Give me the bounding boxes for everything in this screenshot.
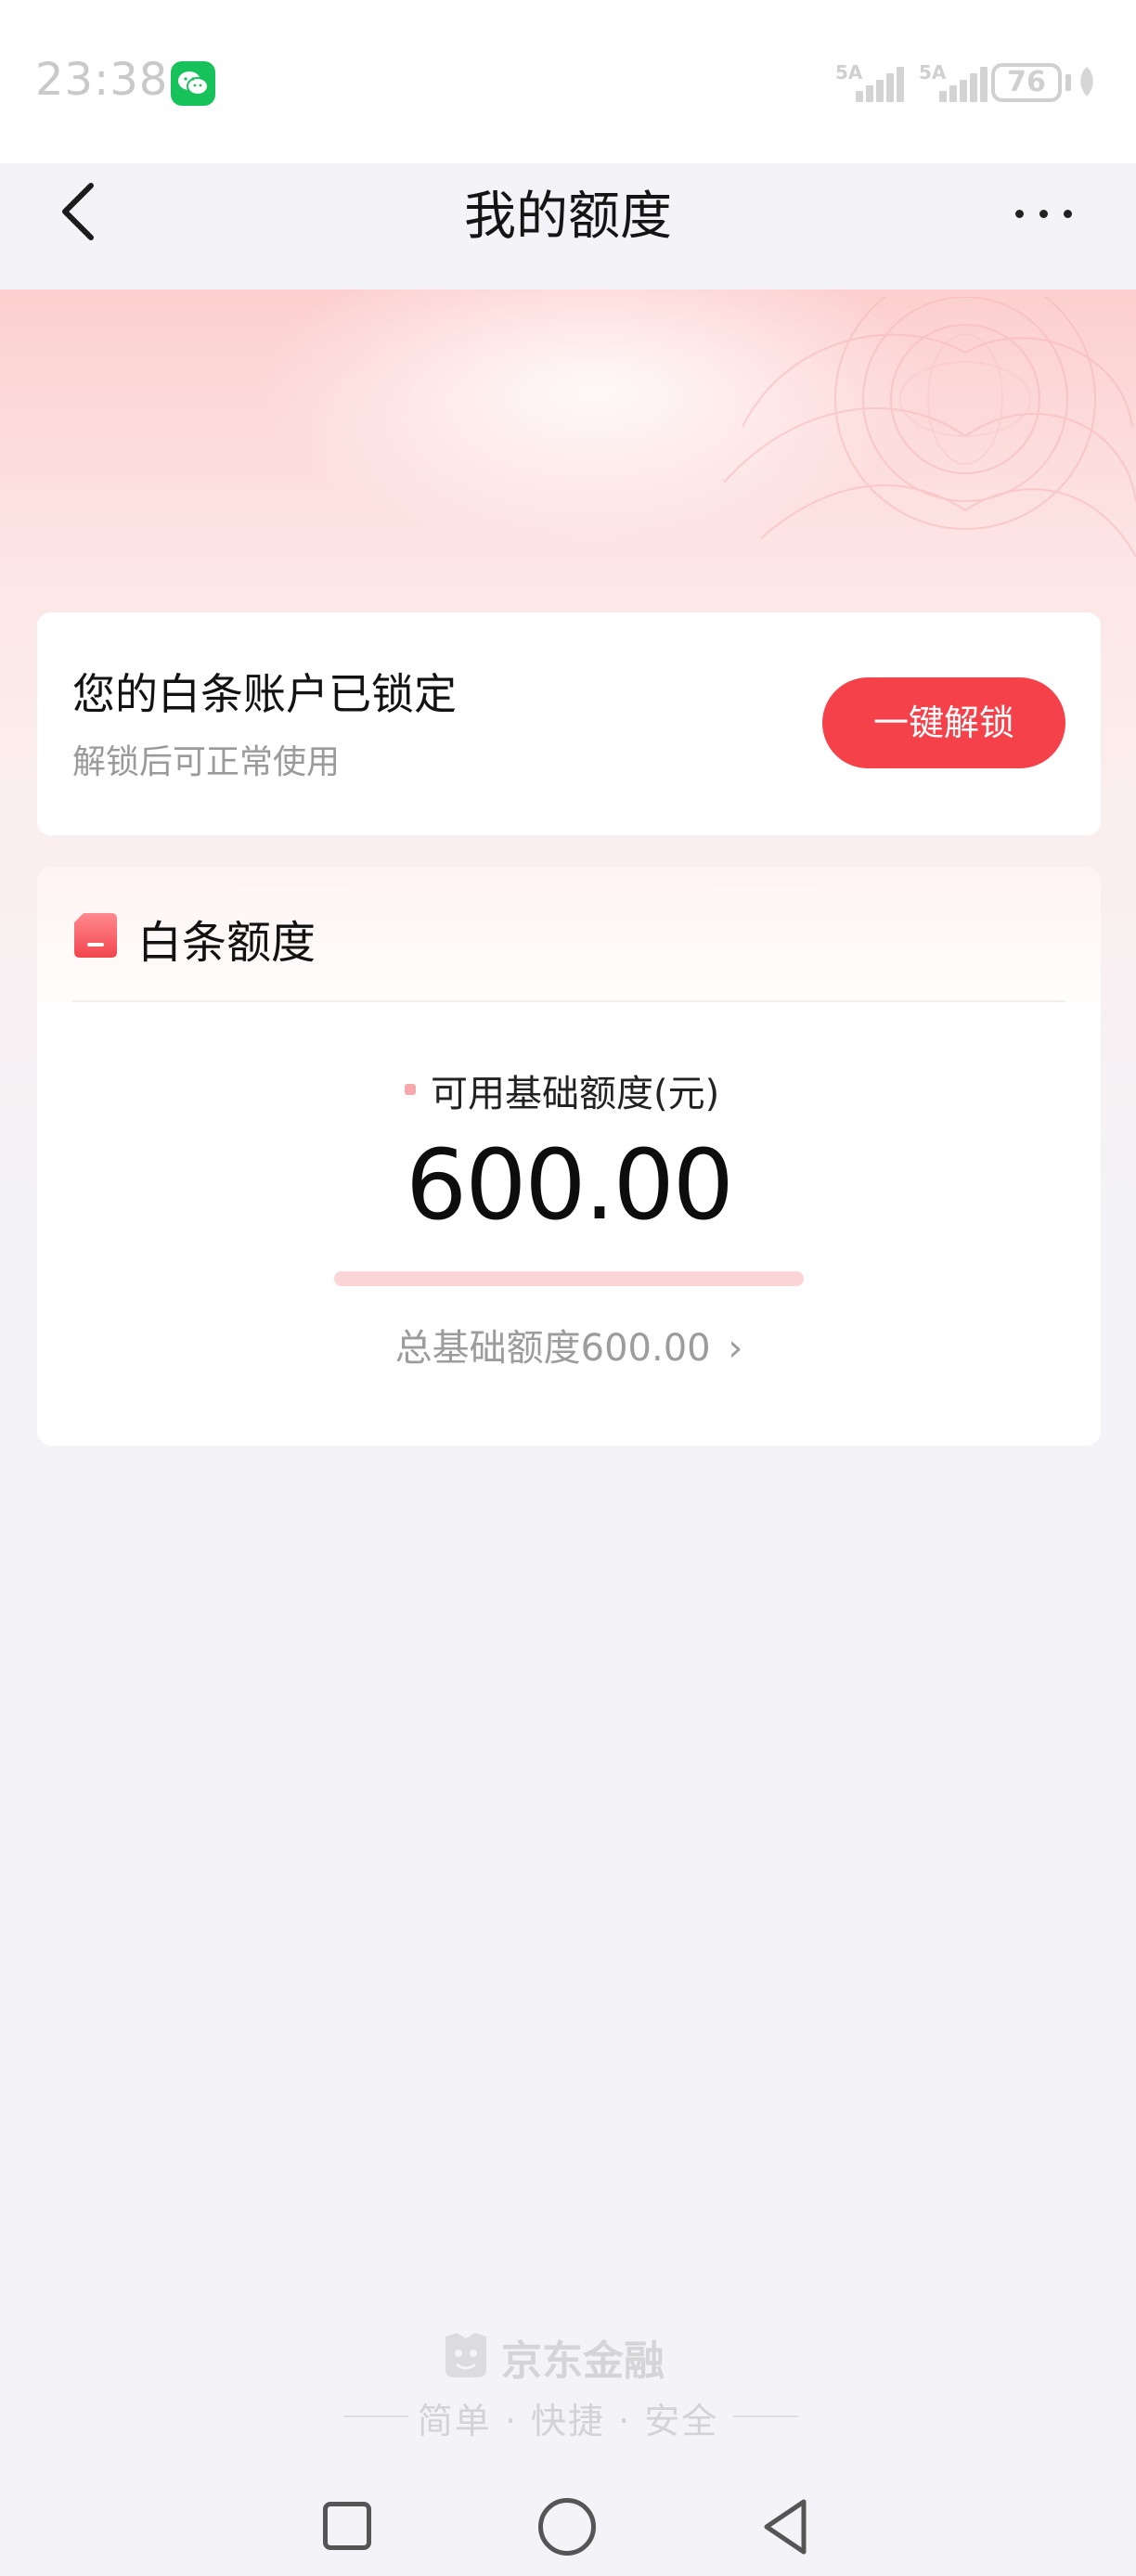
more-dots-icon[interactable] [1012,202,1078,225]
status-time: 23:38 [35,54,169,106]
battery-icon: 76 [991,63,1062,102]
jd-finance-logo-icon [445,2333,486,2377]
credit-limit-card: 白条额度 可用基础额度(元) 600.00 总基础额度600.00 › [37,867,1101,1446]
footer-slogan: 简单 · 快捷 · 安全 [417,2401,719,2441]
lock-subtitle: 解锁后可正常使用 [72,743,341,781]
card-icon [74,913,117,958]
battery-tip [1065,74,1071,91]
home-button[interactable] [538,2498,596,2556]
total-limit-text: 总基础额度600.00 [394,1327,711,1370]
limit-progress-bar [334,1271,804,1286]
footer-brand: 京东金融 [501,2338,665,2385]
lock-title: 您的白条账户已锁定 [72,669,457,719]
available-limit-label: 可用基础额度(元) [431,1073,720,1115]
label-dot [405,1084,416,1095]
available-limit-amount: 600.00 [406,1128,734,1242]
total-limit-link[interactable]: 总基础额度600.00 › [37,1318,1101,1372]
leaf-icon [1080,67,1093,97]
page-title: 我的额度 [464,187,672,247]
account-locked-card: 您的白条账户已锁定 解锁后可正常使用 一键解锁 [37,612,1101,835]
chevron-right-icon: › [728,1327,743,1370]
decorative-pattern [723,297,1136,558]
divider [72,1000,1065,1002]
unlock-button[interactable]: 一键解锁 [822,677,1065,768]
card-title: 白条额度 [137,917,316,969]
wechat-icon [171,61,215,106]
recent-apps-button[interactable] [323,2502,371,2550]
back-nav-button[interactable] [759,2496,811,2557]
